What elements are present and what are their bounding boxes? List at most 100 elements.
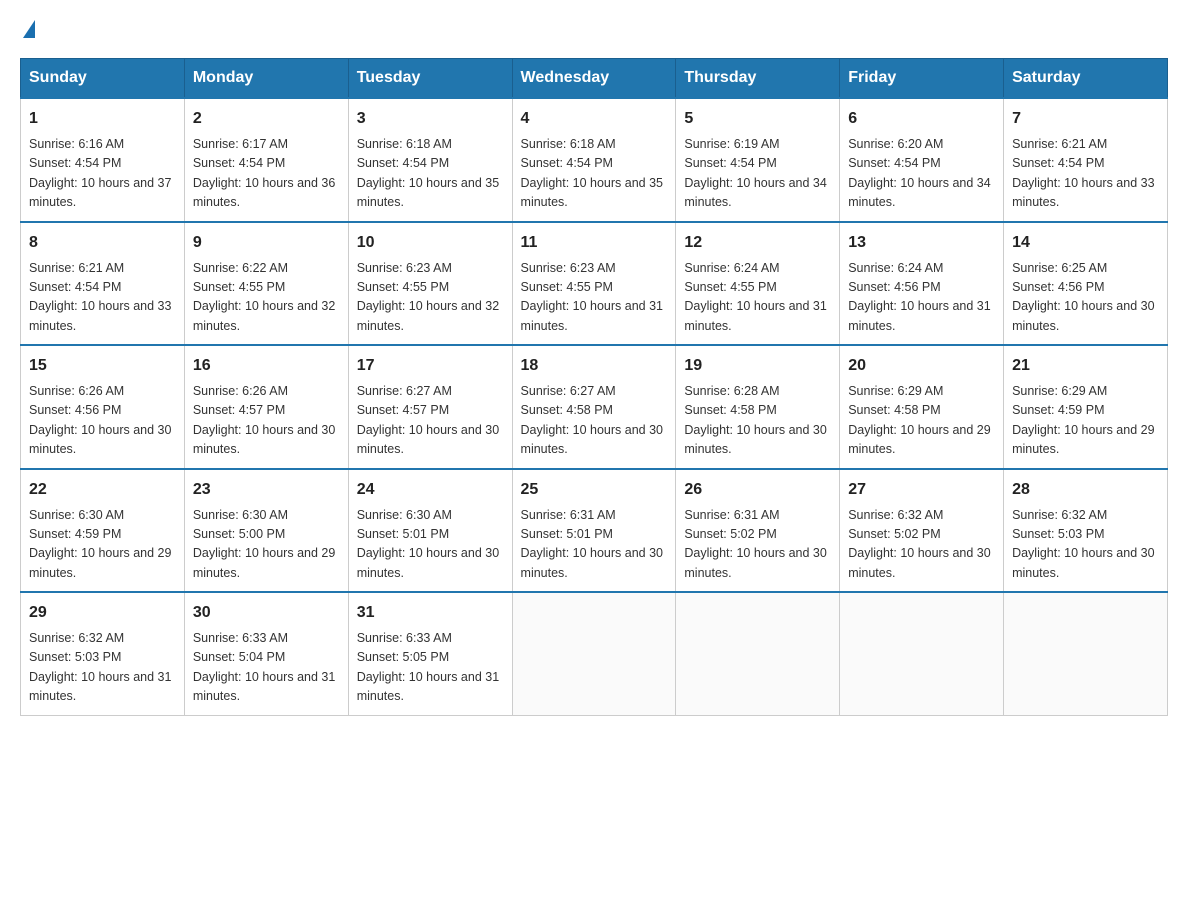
calendar-day: 2 Sunrise: 6:17 AMSunset: 4:54 PMDaylight…	[184, 98, 348, 222]
calendar-day: 14 Sunrise: 6:25 AMSunset: 4:56 PMDayligh…	[1004, 222, 1168, 346]
calendar-day: 23 Sunrise: 6:30 AMSunset: 5:00 PMDayligh…	[184, 469, 348, 593]
calendar-day: 24 Sunrise: 6:30 AMSunset: 5:01 PMDayligh…	[348, 469, 512, 593]
day-info: Sunrise: 6:24 AMSunset: 4:56 PMDaylight:…	[848, 259, 995, 337]
calendar-day: 11 Sunrise: 6:23 AMSunset: 4:55 PMDayligh…	[512, 222, 676, 346]
day-number: 25	[521, 478, 668, 502]
weekday-header-monday: Monday	[184, 59, 348, 99]
day-info: Sunrise: 6:18 AMSunset: 4:54 PMDaylight:…	[357, 135, 504, 213]
day-number: 1	[29, 107, 176, 131]
day-number: 18	[521, 354, 668, 378]
day-info: Sunrise: 6:29 AMSunset: 4:59 PMDaylight:…	[1012, 382, 1159, 460]
day-info: Sunrise: 6:21 AMSunset: 4:54 PMDaylight:…	[29, 259, 176, 337]
day-number: 17	[357, 354, 504, 378]
day-info: Sunrise: 6:18 AMSunset: 4:54 PMDaylight:…	[521, 135, 668, 213]
calendar-day: 29 Sunrise: 6:32 AMSunset: 5:03 PMDayligh…	[21, 592, 185, 715]
day-number: 5	[684, 107, 831, 131]
day-number: 28	[1012, 478, 1159, 502]
day-info: Sunrise: 6:22 AMSunset: 4:55 PMDaylight:…	[193, 259, 340, 337]
calendar-day	[840, 592, 1004, 715]
calendar-day: 1 Sunrise: 6:16 AMSunset: 4:54 PMDaylight…	[21, 98, 185, 222]
day-info: Sunrise: 6:28 AMSunset: 4:58 PMDaylight:…	[684, 382, 831, 460]
calendar-day: 28 Sunrise: 6:32 AMSunset: 5:03 PMDayligh…	[1004, 469, 1168, 593]
day-info: Sunrise: 6:31 AMSunset: 5:02 PMDaylight:…	[684, 506, 831, 584]
day-number: 21	[1012, 354, 1159, 378]
calendar-week-1: 1 Sunrise: 6:16 AMSunset: 4:54 PMDaylight…	[21, 98, 1168, 222]
calendar-day	[1004, 592, 1168, 715]
day-number: 14	[1012, 231, 1159, 255]
calendar-day: 18 Sunrise: 6:27 AMSunset: 4:58 PMDayligh…	[512, 345, 676, 469]
weekday-header-wednesday: Wednesday	[512, 59, 676, 99]
day-number: 2	[193, 107, 340, 131]
day-number: 23	[193, 478, 340, 502]
calendar-day: 8 Sunrise: 6:21 AMSunset: 4:54 PMDaylight…	[21, 222, 185, 346]
day-number: 4	[521, 107, 668, 131]
day-number: 22	[29, 478, 176, 502]
weekday-header-sunday: Sunday	[21, 59, 185, 99]
weekday-header-thursday: Thursday	[676, 59, 840, 99]
day-info: Sunrise: 6:24 AMSunset: 4:55 PMDaylight:…	[684, 259, 831, 337]
day-info: Sunrise: 6:27 AMSunset: 4:57 PMDaylight:…	[357, 382, 504, 460]
day-number: 20	[848, 354, 995, 378]
calendar-day: 7Sunrise: 6:21 AMSunset: 4:54 PMDaylight…	[1004, 98, 1168, 222]
day-number: 26	[684, 478, 831, 502]
calendar-day: 12 Sunrise: 6:24 AMSunset: 4:55 PMDayligh…	[676, 222, 840, 346]
weekday-header-tuesday: Tuesday	[348, 59, 512, 99]
day-info: Sunrise: 6:16 AMSunset: 4:54 PMDaylight:…	[29, 135, 176, 213]
day-info: Sunrise: 6:26 AMSunset: 4:57 PMDaylight:…	[193, 382, 340, 460]
calendar-week-3: 15 Sunrise: 6:26 AMSunset: 4:56 PMDayligh…	[21, 345, 1168, 469]
page-header	[20, 20, 1168, 38]
calendar-day: 13 Sunrise: 6:24 AMSunset: 4:56 PMDayligh…	[840, 222, 1004, 346]
day-number: 16	[193, 354, 340, 378]
calendar-day: 25 Sunrise: 6:31 AMSunset: 5:01 PMDayligh…	[512, 469, 676, 593]
weekday-header-saturday: Saturday	[1004, 59, 1168, 99]
day-number: 24	[357, 478, 504, 502]
calendar-day: 17 Sunrise: 6:27 AMSunset: 4:57 PMDayligh…	[348, 345, 512, 469]
calendar-day: 31 Sunrise: 6:33 AMSunset: 5:05 PMDayligh…	[348, 592, 512, 715]
logo-triangle-icon	[23, 20, 35, 38]
calendar-day	[512, 592, 676, 715]
calendar-day: 5Sunrise: 6:19 AMSunset: 4:54 PMDaylight…	[676, 98, 840, 222]
day-info: Sunrise: 6:23 AMSunset: 4:55 PMDaylight:…	[521, 259, 668, 337]
day-info: Sunrise: 6:30 AMSunset: 5:00 PMDaylight:…	[193, 506, 340, 584]
calendar-day: 27Sunrise: 6:32 AMSunset: 5:02 PMDayligh…	[840, 469, 1004, 593]
day-number: 29	[29, 601, 176, 625]
day-number: 12	[684, 231, 831, 255]
day-number: 15	[29, 354, 176, 378]
day-info: Sunrise: 6:32 AMSunset: 5:02 PMDaylight:…	[848, 506, 995, 584]
calendar-day: 20Sunrise: 6:29 AMSunset: 4:58 PMDayligh…	[840, 345, 1004, 469]
day-info: Sunrise: 6:33 AMSunset: 5:05 PMDaylight:…	[357, 629, 504, 707]
day-number: 31	[357, 601, 504, 625]
day-number: 8	[29, 231, 176, 255]
weekday-header-friday: Friday	[840, 59, 1004, 99]
calendar-day: 30 Sunrise: 6:33 AMSunset: 5:04 PMDayligh…	[184, 592, 348, 715]
day-info: Sunrise: 6:27 AMSunset: 4:58 PMDaylight:…	[521, 382, 668, 460]
day-number: 30	[193, 601, 340, 625]
day-info: Sunrise: 6:26 AMSunset: 4:56 PMDaylight:…	[29, 382, 176, 460]
day-info: Sunrise: 6:33 AMSunset: 5:04 PMDaylight:…	[193, 629, 340, 707]
calendar-day: 15 Sunrise: 6:26 AMSunset: 4:56 PMDayligh…	[21, 345, 185, 469]
day-number: 13	[848, 231, 995, 255]
day-number: 6	[848, 107, 995, 131]
calendar-week-4: 22 Sunrise: 6:30 AMSunset: 4:59 PMDayligh…	[21, 469, 1168, 593]
day-number: 3	[357, 107, 504, 131]
day-info: Sunrise: 6:25 AMSunset: 4:56 PMDaylight:…	[1012, 259, 1159, 337]
day-number: 19	[684, 354, 831, 378]
day-info: Sunrise: 6:32 AMSunset: 5:03 PMDaylight:…	[29, 629, 176, 707]
day-info: Sunrise: 6:30 AMSunset: 5:01 PMDaylight:…	[357, 506, 504, 584]
calendar-day: 22 Sunrise: 6:30 AMSunset: 4:59 PMDayligh…	[21, 469, 185, 593]
day-number: 7	[1012, 107, 1159, 131]
day-info: Sunrise: 6:30 AMSunset: 4:59 PMDaylight:…	[29, 506, 176, 584]
calendar-day	[676, 592, 840, 715]
day-info: Sunrise: 6:31 AMSunset: 5:01 PMDaylight:…	[521, 506, 668, 584]
day-info: Sunrise: 6:17 AMSunset: 4:54 PMDaylight:…	[193, 135, 340, 213]
calendar-day: 26 Sunrise: 6:31 AMSunset: 5:02 PMDayligh…	[676, 469, 840, 593]
day-number: 11	[521, 231, 668, 255]
day-info: Sunrise: 6:32 AMSunset: 5:03 PMDaylight:…	[1012, 506, 1159, 584]
calendar-day: 16 Sunrise: 6:26 AMSunset: 4:57 PMDayligh…	[184, 345, 348, 469]
day-number: 9	[193, 231, 340, 255]
calendar-day: 3 Sunrise: 6:18 AMSunset: 4:54 PMDaylight…	[348, 98, 512, 222]
calendar-week-2: 8 Sunrise: 6:21 AMSunset: 4:54 PMDaylight…	[21, 222, 1168, 346]
calendar-week-5: 29 Sunrise: 6:32 AMSunset: 5:03 PMDayligh…	[21, 592, 1168, 715]
calendar-day: 21 Sunrise: 6:29 AMSunset: 4:59 PMDayligh…	[1004, 345, 1168, 469]
logo	[20, 20, 35, 38]
